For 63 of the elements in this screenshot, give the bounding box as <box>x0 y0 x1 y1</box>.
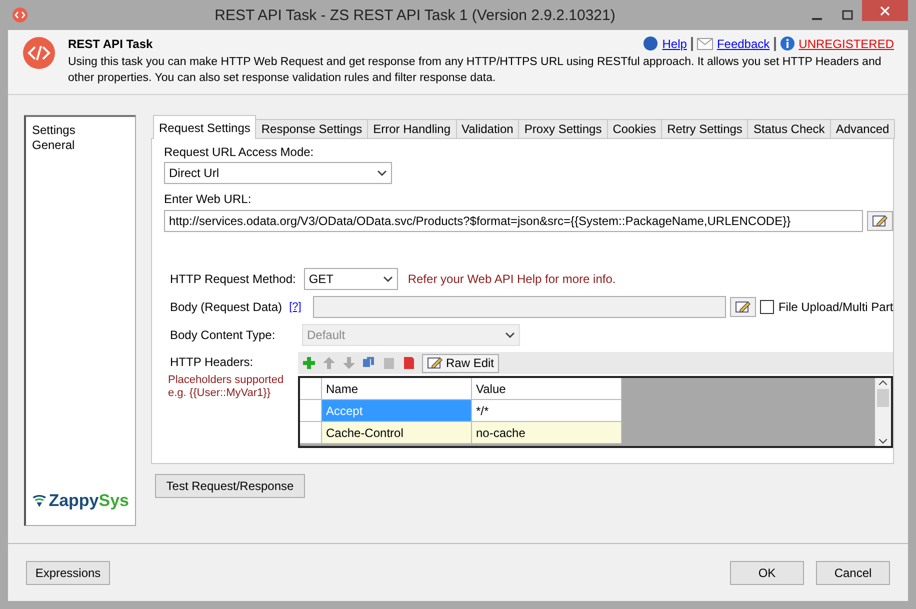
sidebar-item[interactable]: Settings <box>32 123 129 138</box>
placeholder-note: Placeholders supported e.g. {{User::MyVar1}} <box>167 374 285 400</box>
dropdown-caret-icon <box>377 170 387 176</box>
mail-icon <box>696 38 713 50</box>
column-header: Value <box>472 378 622 400</box>
table-cell[interactable]: Cache-Control <box>322 422 472 444</box>
dropdown-caret-icon <box>382 276 393 282</box>
app-icon <box>12 7 28 23</box>
cancel-button[interactable]: Cancel <box>816 560 890 584</box>
tab[interactable]: Proxy Settings <box>518 119 608 139</box>
task-title: REST API Task <box>68 36 153 50</box>
task-description: Using this task you can make HTTP Web Request and get response from any HTTP/HTTPS URL using RESTful approach. It allows you set HTTP Headers and other properties. You can also set response validation rules and filter response data. <box>68 55 882 86</box>
tab[interactable]: Retry Settings <box>661 119 748 139</box>
tab[interactable]: Request Settings <box>153 115 256 139</box>
code-icon <box>22 36 56 70</box>
minimize-icon <box>812 18 822 20</box>
dropdown-caret-icon <box>505 332 515 338</box>
edit-icon <box>872 214 888 228</box>
maximize-icon <box>842 10 852 20</box>
edit-url-button[interactable] <box>867 211 894 231</box>
tab[interactable]: Validation <box>456 119 520 139</box>
field-label: HTTP Request Method: <box>170 272 296 286</box>
raw-edit-button[interactable]: Raw Edit <box>422 354 500 372</box>
scroll-thumb[interactable] <box>877 389 890 407</box>
field-label: Request URL Access Mode: <box>164 145 315 159</box>
field-label: Enter Web URL: <box>164 192 252 206</box>
tab[interactable]: Status Check <box>747 119 831 139</box>
ok-button[interactable]: OK <box>730 560 804 584</box>
help-hint: Refer your Web API Help for more info. <box>408 272 616 286</box>
tab[interactable]: Error Handling <box>367 119 456 139</box>
test-button[interactable]: Test Request/Response <box>155 474 305 498</box>
registration-link[interactable]: UNREGISTERED <box>798 36 894 50</box>
tab[interactable]: Response Settings <box>255 119 368 139</box>
info-icon <box>780 36 795 51</box>
sidebar-item[interactable]: General <box>32 138 129 153</box>
column-header: Name <box>322 378 472 400</box>
field-label: Body (Request Data) <box>170 300 282 314</box>
scrollbar[interactable] <box>875 378 892 446</box>
scroll-up-icon[interactable] <box>879 380 888 385</box>
corner-header <box>300 378 322 400</box>
field-label: HTTP Headers: <box>169 355 254 369</box>
scroll-down-icon[interactable] <box>879 439 888 444</box>
table-cell[interactable]: */* <box>472 400 622 422</box>
edit-icon <box>427 356 443 370</box>
url-field[interactable]: http://services.odata.org/V3/OData/OData.svc/Products?$format=json&src={{System::PackageName,URLENCODE}} <box>164 210 864 232</box>
feedback-link[interactable]: Feedback <box>716 36 770 50</box>
access-mode-dropdown[interactable]: Direct Url <box>164 162 392 184</box>
table-cell[interactable]: no-cache <box>472 422 622 444</box>
tab[interactable]: Advanced <box>830 119 896 139</box>
copy-icon[interactable] <box>362 356 376 370</box>
close-button[interactable] <box>862 0 908 21</box>
window-title: REST API Task - ZS REST API Task 1 (Version 2.9.2.10321) <box>214 6 616 24</box>
edit-body-button[interactable] <box>730 297 756 317</box>
close-icon <box>880 6 890 16</box>
checkbox-label: File Upload/Multi Part <box>778 300 894 314</box>
tab[interactable]: Cookies <box>606 119 662 139</box>
method-dropdown[interactable]: GET <box>304 268 398 290</box>
logo-text: ZappySys <box>48 491 129 511</box>
add-icon[interactable] <box>302 356 316 370</box>
expressions-button[interactable]: Expressions <box>26 560 110 584</box>
help-link[interactable]: Help <box>662 36 687 50</box>
field-label: Body Content Type: <box>170 328 276 342</box>
edit-icon <box>735 300 752 314</box>
